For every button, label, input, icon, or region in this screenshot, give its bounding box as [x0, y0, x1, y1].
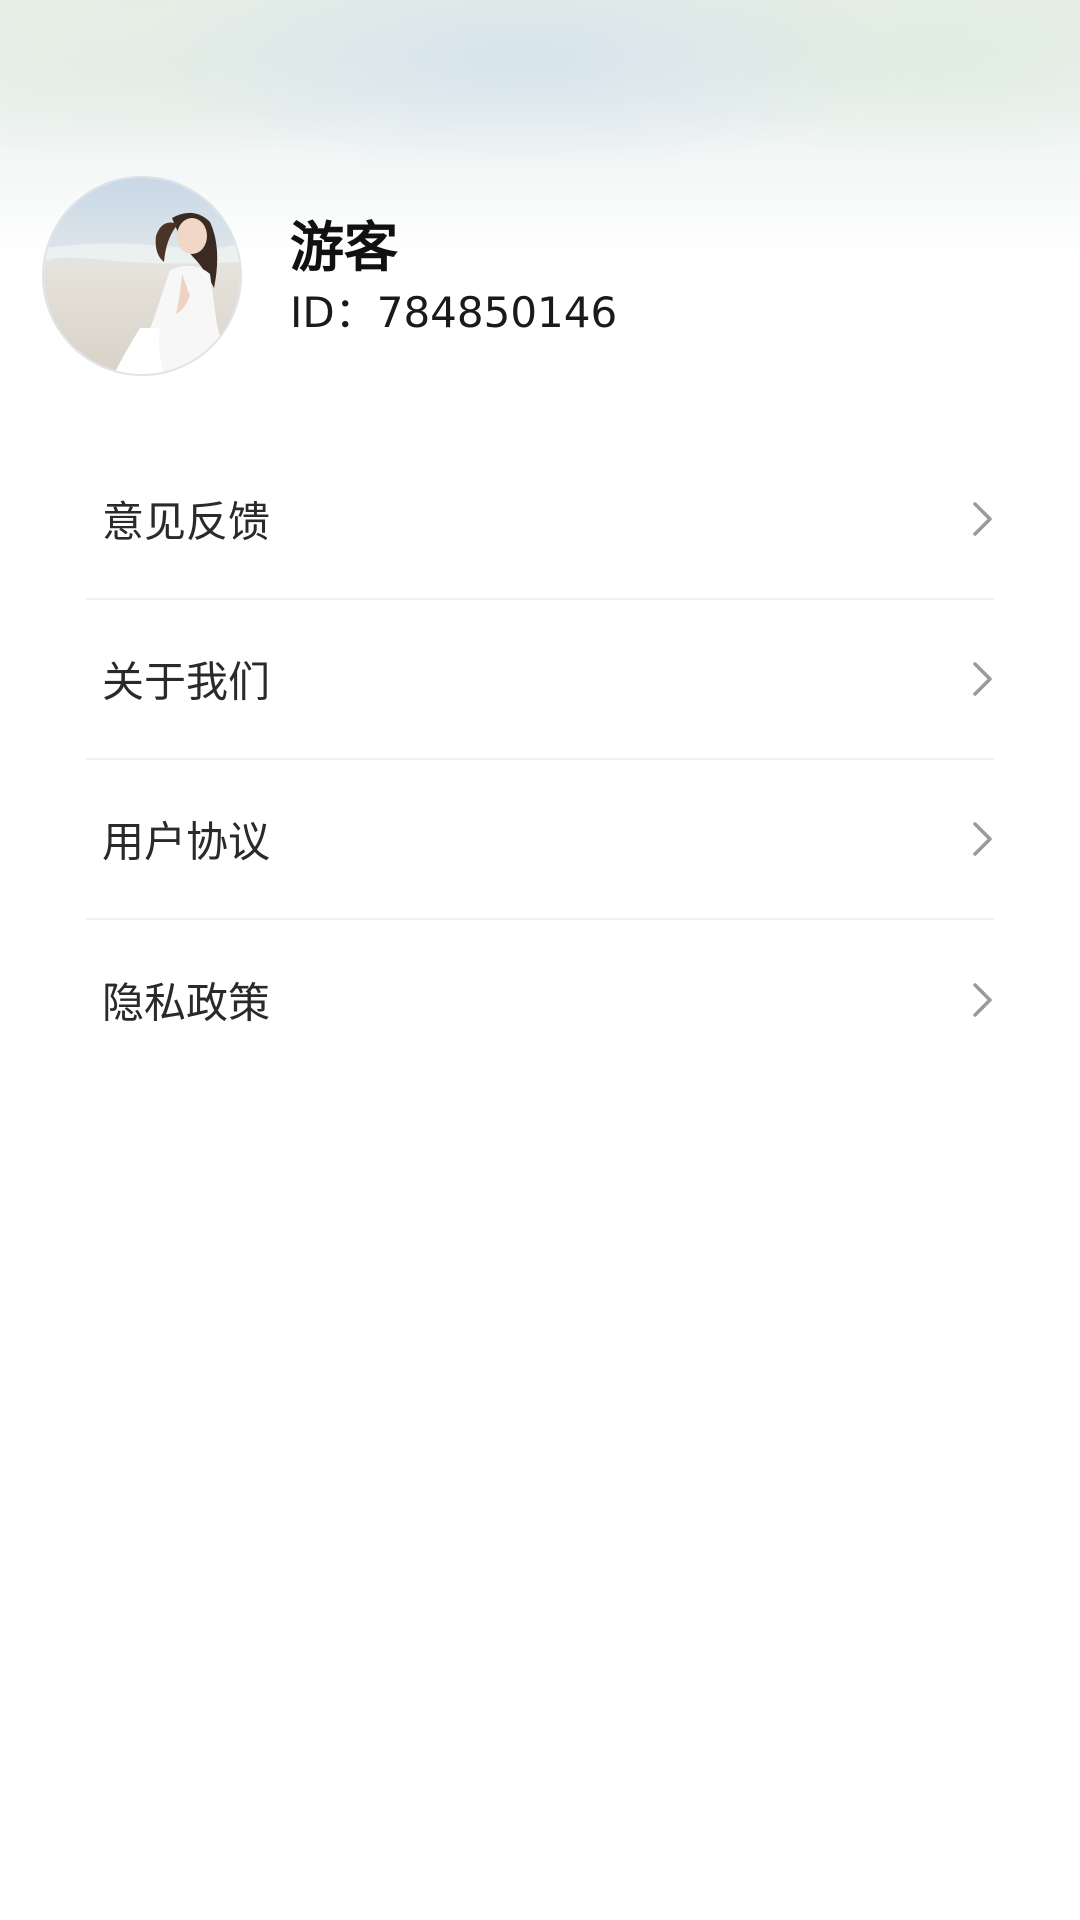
user-id: ID：784850146 [290, 288, 618, 337]
chevron-right-icon [973, 983, 992, 1017]
settings-menu: 意见反馈 关于我们 用户协议 隐私政策 [86, 440, 994, 1080]
menu-item-label: 用户协议 [102, 817, 271, 867]
user-name: 游客 [290, 216, 398, 279]
menu-item-about-us[interactable]: 关于我们 [86, 600, 994, 760]
menu-item-feedback[interactable]: 意见反馈 [86, 440, 994, 600]
menu-item-label: 关于我们 [102, 657, 271, 707]
avatar-photo [44, 178, 240, 374]
chevron-right-icon [973, 662, 992, 696]
menu-item-label: 隐私政策 [102, 978, 271, 1028]
profile-screen: 游客 ID：784850146 意见反馈 关于我们 用户协议 隐私政策 [0, 0, 1080, 1920]
menu-item-label: 意见反馈 [102, 497, 271, 547]
chevron-right-icon [973, 822, 992, 856]
avatar[interactable] [44, 178, 240, 374]
menu-item-user-agreement[interactable]: 用户协议 [86, 760, 994, 920]
profile-header: 游客 ID：784850146 [0, 0, 1080, 400]
menu-item-privacy-policy[interactable]: 隐私政策 [86, 920, 994, 1080]
chevron-right-icon [973, 502, 992, 536]
